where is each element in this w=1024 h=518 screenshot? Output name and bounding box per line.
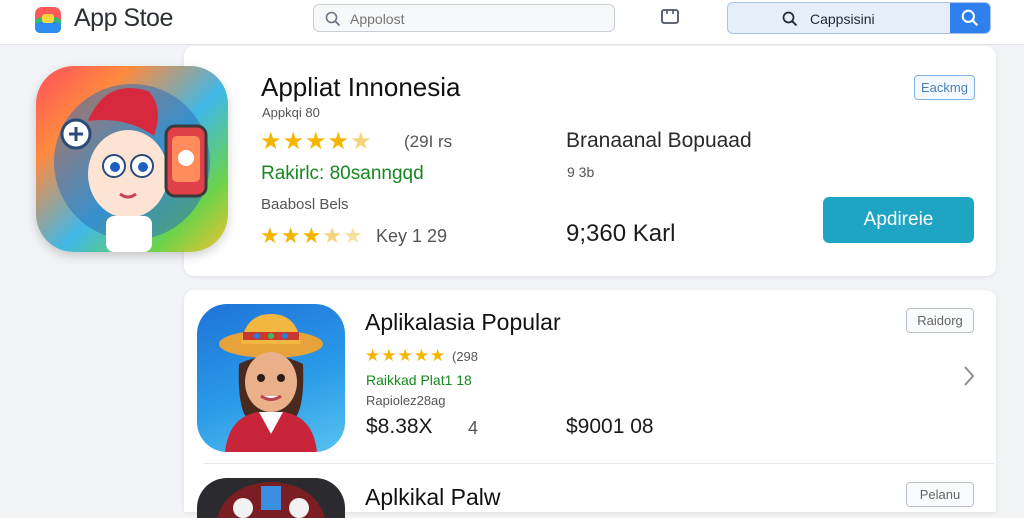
popular-price-right: $9001 08	[566, 415, 654, 438]
device-icon[interactable]	[659, 8, 681, 26]
brand-title[interactable]: App Stoe	[74, 4, 173, 33]
popular-app-icon[interactable]	[197, 304, 345, 452]
woman-avatar-icon	[219, 314, 323, 452]
mascot-illustration-icon	[54, 84, 210, 252]
search-box[interactable]	[313, 4, 615, 32]
star-icon: ★	[260, 223, 280, 248]
star-icon: ★	[301, 223, 322, 248]
search-icon	[961, 9, 979, 27]
popular-price-left: $8.38X	[366, 415, 433, 438]
search-icon	[325, 11, 341, 27]
star-icon: ★	[381, 346, 397, 365]
popular-rating-count: (298	[452, 349, 479, 364]
featured-star-rating: ★ ★ ★ ★ ★	[260, 127, 372, 156]
popular-tag-button[interactable]: Raidorg	[906, 308, 974, 333]
star-empty-icon: ★	[342, 223, 363, 248]
mask-illustration-icon	[217, 482, 325, 518]
featured-rank-text: Rakirlc: 80sanngqd	[261, 163, 424, 184]
featured-app-title[interactable]: Appliat Innonesia	[261, 72, 460, 103]
popular-app-title[interactable]: Aplikalasia Popular	[365, 309, 561, 336]
third-app-icon[interactable]	[197, 478, 345, 518]
search-submit-button[interactable]	[950, 3, 990, 33]
star-icon: ★	[430, 346, 446, 365]
star-icon: ★	[365, 346, 381, 365]
star-half-icon: ★	[350, 128, 372, 155]
featured-rating-count: (29I rs	[404, 132, 453, 151]
featured-sub-rating: ★ ★ ★ ★ ★	[260, 223, 363, 249]
third-tag-button[interactable]: Pelanu	[906, 482, 974, 507]
featured-app-icon[interactable]	[36, 66, 228, 252]
app-store-logo-icon[interactable]	[34, 6, 62, 34]
featured-app-subtitle: Appkqi 80	[262, 105, 320, 120]
featured-price: 9;360 Karl	[566, 220, 676, 247]
featured-section-label: Baabosl Bels	[261, 196, 349, 213]
featured-right-title: Branaanal Bopuaad	[566, 129, 752, 152]
star-icon: ★	[397, 346, 413, 365]
star-icon: ★	[280, 223, 301, 248]
third-app-title[interactable]: Aplkikal Palw	[365, 484, 501, 511]
star-half-icon: ★	[322, 223, 342, 248]
star-icon: ★	[327, 128, 350, 155]
popular-meta: Rapiolez28ag	[366, 393, 446, 408]
search-icon	[782, 11, 798, 27]
search-query: Cappsisini	[810, 11, 875, 27]
featured-right-meta: 9 3b	[567, 164, 595, 180]
star-icon: ★	[305, 128, 327, 155]
popular-count: 4	[468, 418, 479, 438]
top-bar: App Stoe Cappsisini	[0, 0, 1024, 45]
list-divider	[204, 463, 994, 464]
popular-star-rating: ★ ★ ★ ★ ★	[365, 346, 445, 366]
star-icon: ★	[413, 346, 429, 365]
featured-tag-button[interactable]: Eackmg	[914, 75, 975, 100]
chevron-right-icon[interactable]	[962, 364, 976, 388]
featured-sub-rating-text: Key 1 29	[376, 226, 448, 246]
featured-get-button[interactable]: Apdireie	[823, 197, 974, 243]
search-field-active[interactable]: Cappsisini	[727, 2, 991, 34]
popular-rank-text: Raikkad Plat1 18	[366, 372, 472, 388]
search-input[interactable]	[348, 8, 602, 30]
star-icon: ★	[260, 128, 282, 155]
star-icon: ★	[282, 128, 305, 155]
